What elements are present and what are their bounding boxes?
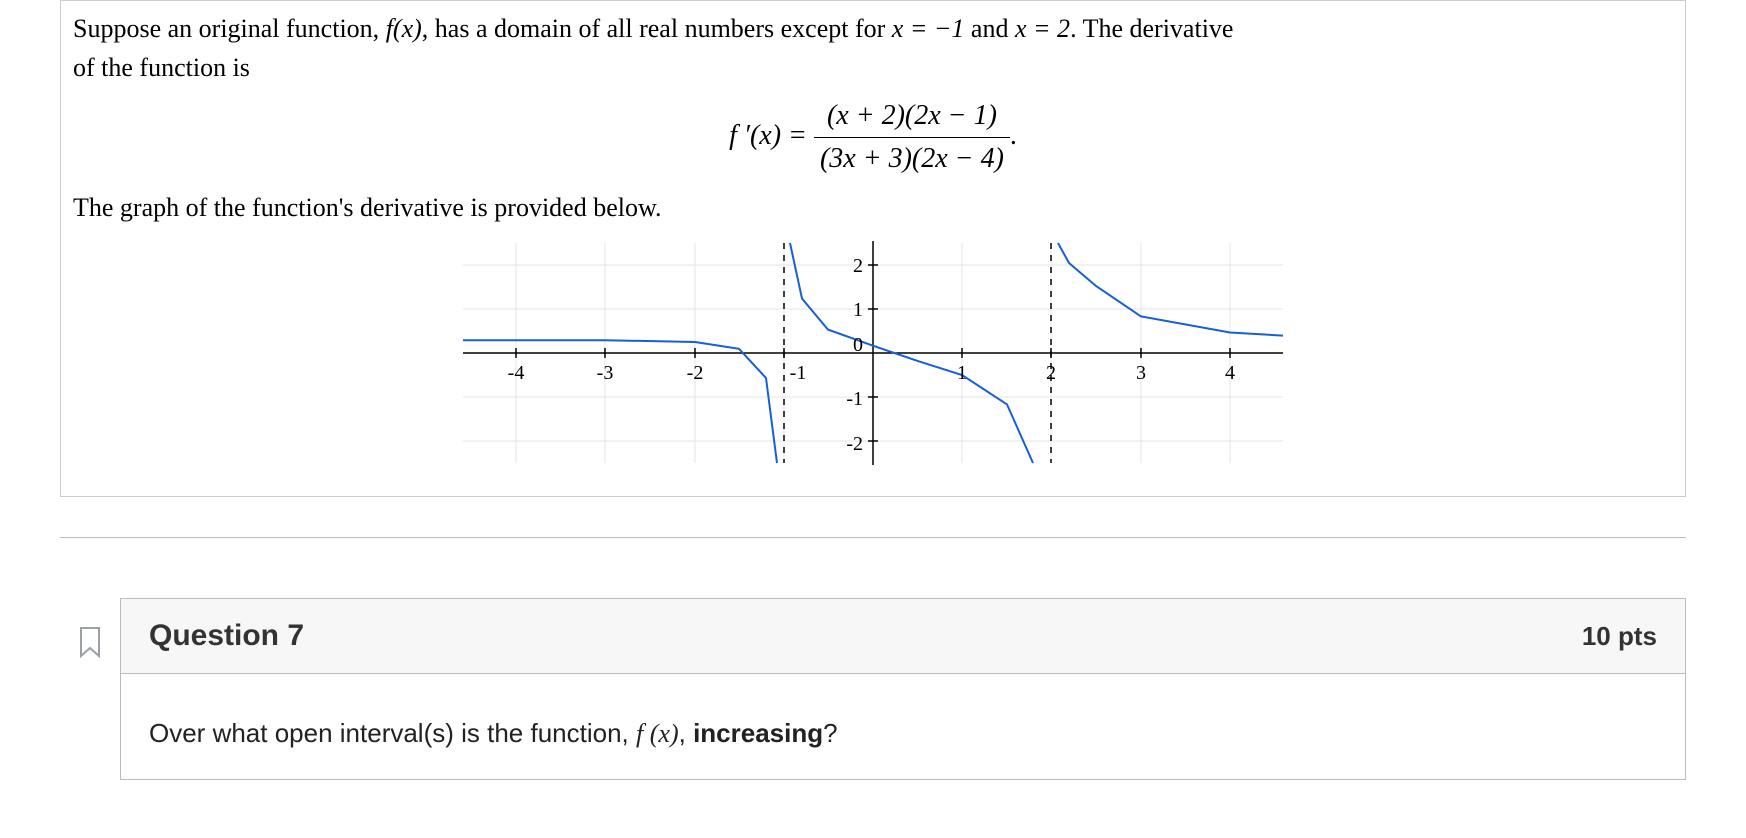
qtext-fx: f (x) <box>636 719 679 748</box>
graph-caption: The graph of the function's derivative i… <box>73 188 1673 227</box>
xlabel--2: -2 <box>687 362 704 384</box>
graph-container: -4 -3 -2 -1 1 2 3 4 -2 -1 0 1 2 <box>73 233 1673 484</box>
ylabel--1: -1 <box>846 388 863 410</box>
ylabel--2: -2 <box>846 433 863 455</box>
exclusion-1: x = −1 <box>892 14 965 43</box>
qtext-3: ? <box>823 718 837 748</box>
qtext-strong: increasing <box>693 718 823 748</box>
xlabel-2: 2 <box>1046 362 1056 384</box>
bookmark-icon[interactable] <box>77 626 103 658</box>
divider <box>60 537 1686 538</box>
problem-statement: Suppose an original function, f(x), has … <box>60 0 1686 497</box>
qtext-2: , <box>679 718 693 748</box>
xlabel-3: 3 <box>1136 362 1146 384</box>
ylabel-1: 1 <box>853 299 863 321</box>
intro-text-2: , has a domain of all real numbers excep… <box>422 14 892 43</box>
y-tick-labels: -2 -1 0 1 2 <box>846 255 863 455</box>
question-header: Question 7 10 pts <box>121 599 1685 674</box>
question-points: 10 pts <box>1582 621 1657 652</box>
xlabel--3: -3 <box>597 362 614 384</box>
numerator: (x + 2)(2x − 1) <box>814 95 1010 138</box>
xlabel--1: -1 <box>790 362 807 384</box>
xlabel-4: 4 <box>1225 362 1235 384</box>
intro-text-3: . The derivative <box>1070 14 1233 43</box>
exclusion-2: x = 2 <box>1015 14 1070 43</box>
derivative-equation: f ′(x) = (x + 2)(2x − 1)(3x + 3)(2x − 4)… <box>73 95 1673 180</box>
ylabel-0: 0 <box>853 334 863 356</box>
xlabel--4: -4 <box>508 362 525 384</box>
question-number: Question 7 <box>149 619 304 653</box>
bookmark-column <box>60 598 120 663</box>
ylabel-2: 2 <box>853 255 863 277</box>
eq-period: . <box>1010 120 1017 151</box>
eq-lhs: f ′(x) = <box>729 120 814 151</box>
fraction: (x + 2)(2x − 1)(3x + 3)(2x − 4) <box>814 95 1010 180</box>
intro-text-4: of the function is <box>73 53 250 82</box>
curve-left <box>463 340 777 463</box>
fx-notation: f(x) <box>386 14 422 43</box>
qtext-1: Over what open interval(s) is the functi… <box>149 718 636 748</box>
x-tick-labels: -4 -3 -2 -1 1 2 3 4 <box>508 362 1235 384</box>
xlabel-1: 1 <box>957 362 967 384</box>
derivative-graph: -4 -3 -2 -1 1 2 3 4 -2 -1 0 1 2 <box>453 233 1293 473</box>
denominator: (3x + 3)(2x − 4) <box>814 138 1010 180</box>
question-box: Question 7 10 pts Over what open interva… <box>120 598 1686 780</box>
curve-right <box>1058 243 1283 336</box>
and-text: and <box>964 14 1015 43</box>
question-body: Over what open interval(s) is the functi… <box>121 674 1685 779</box>
question-block: Question 7 10 pts Over what open interva… <box>60 598 1686 780</box>
intro-text: Suppose an original function, <box>73 14 386 43</box>
